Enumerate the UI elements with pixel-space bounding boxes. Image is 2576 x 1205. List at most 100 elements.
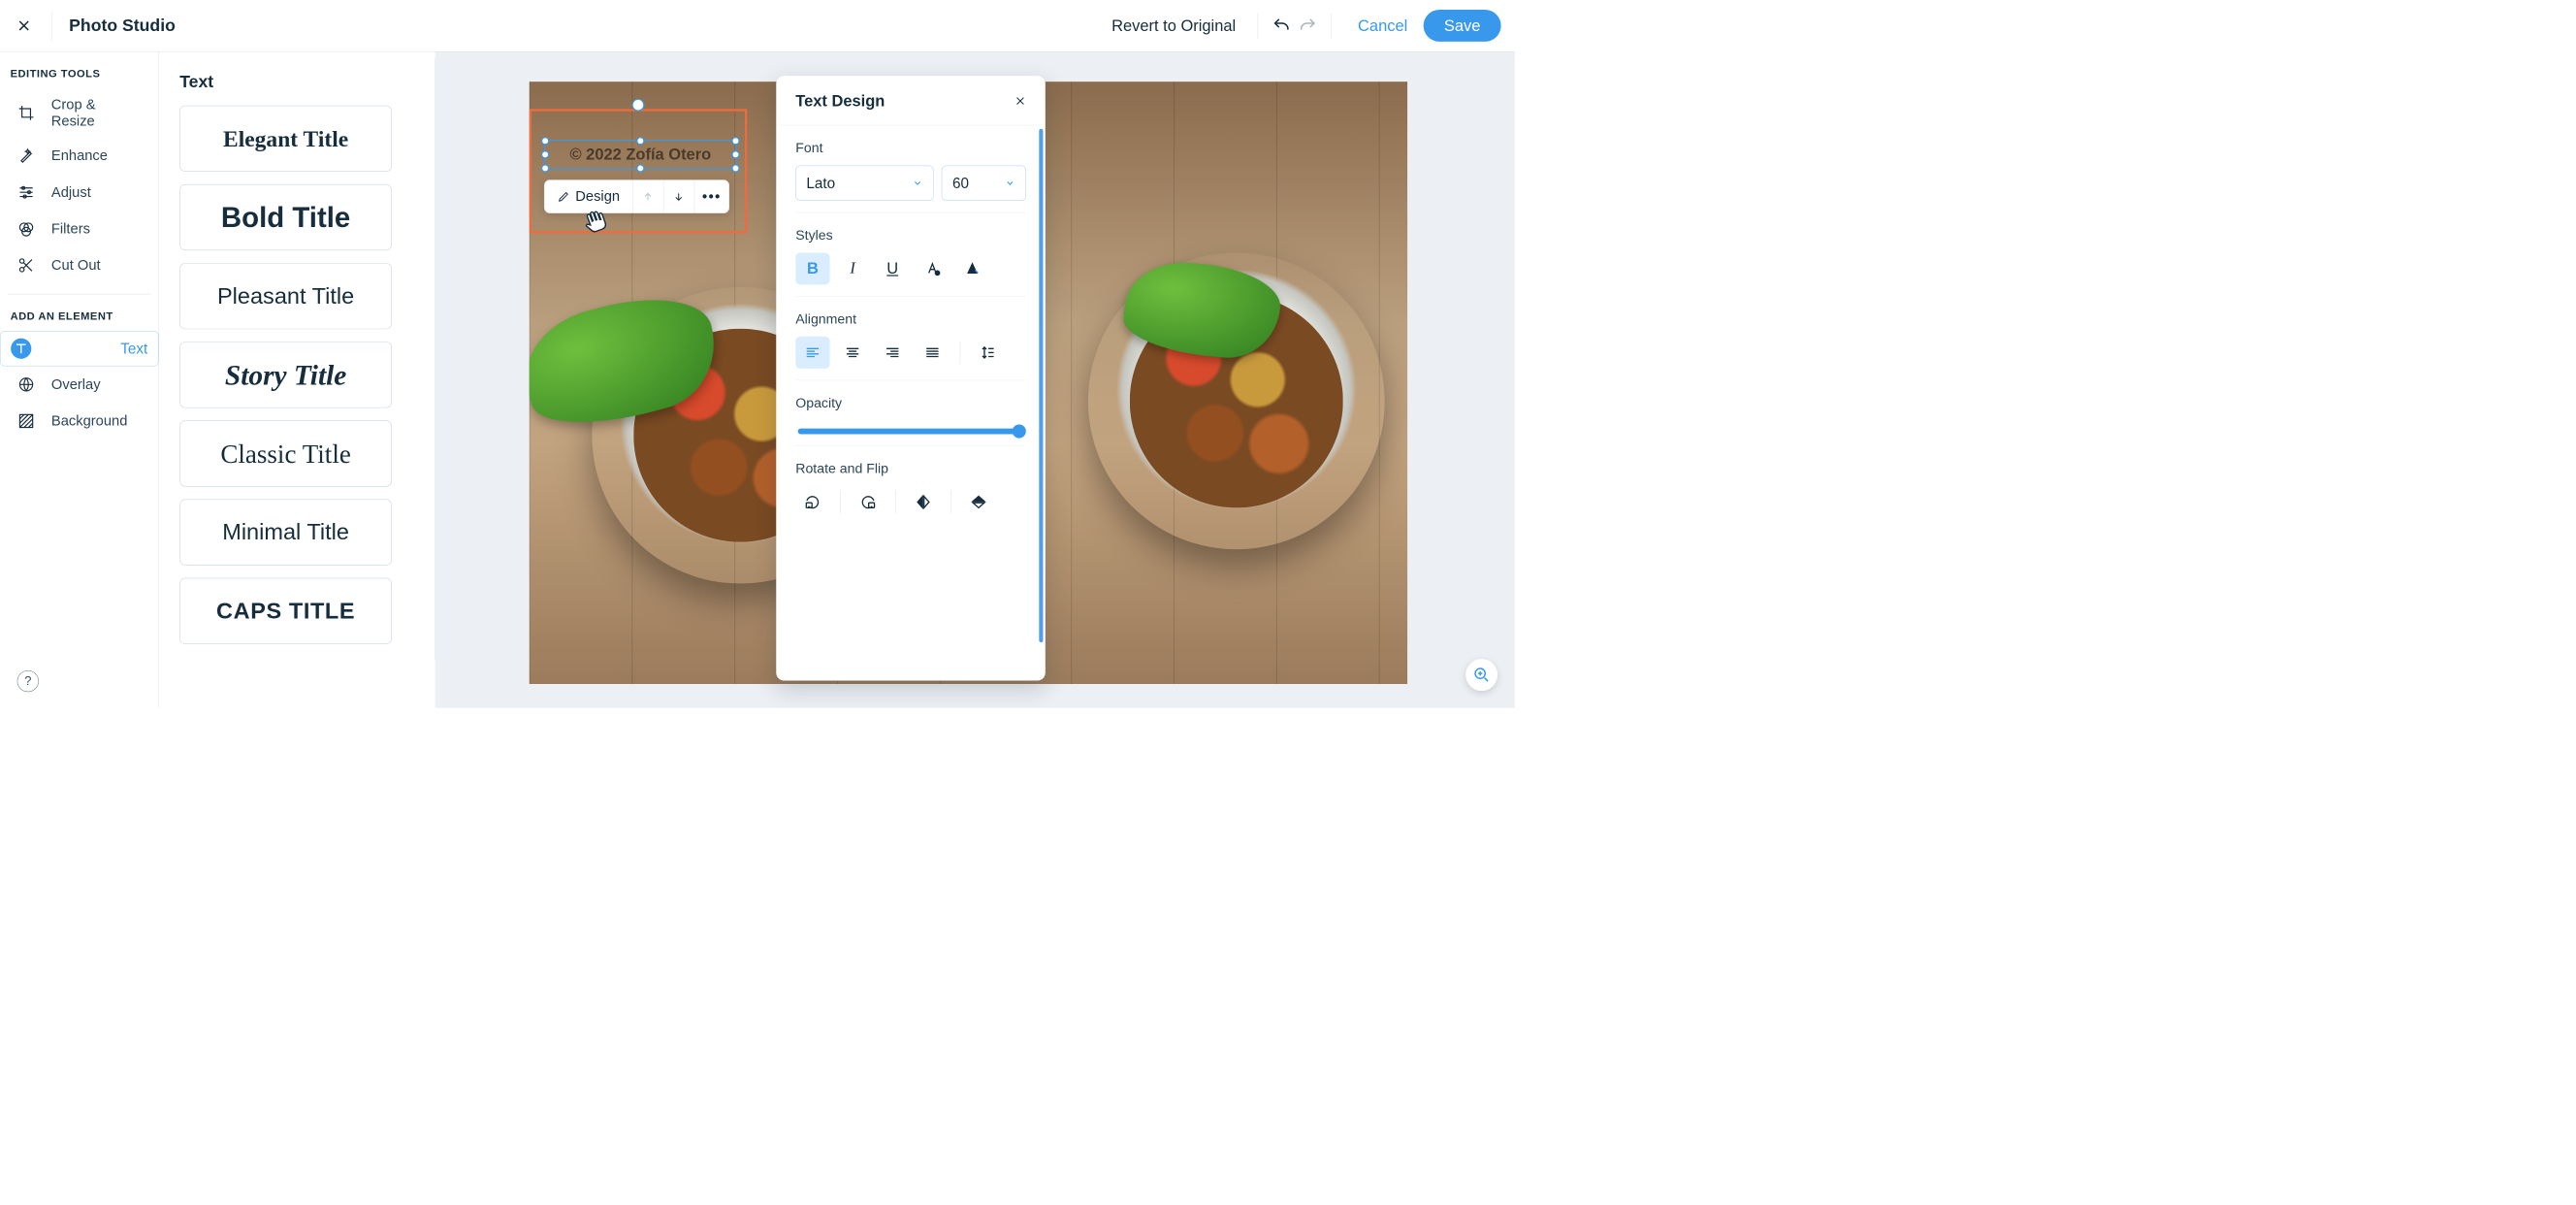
- sidebar-item-cut-out[interactable]: Cut Out: [0, 247, 158, 284]
- tutorial-highlight: © 2022 Zofía Otero Design: [530, 109, 748, 233]
- preset-bold-title[interactable]: Bold Title: [179, 184, 392, 250]
- italic-toggle[interactable]: I: [835, 252, 869, 284]
- sidebar-item-filters[interactable]: Filters: [0, 211, 158, 247]
- bold-toggle[interactable]: B: [795, 252, 829, 284]
- divider: [795, 380, 1026, 381]
- preset-elegant-title[interactable]: Elegant Title: [179, 106, 392, 172]
- align-left-button[interactable]: [795, 337, 829, 369]
- preset-classic-title[interactable]: Classic Title: [179, 420, 392, 486]
- align-center-button[interactable]: [835, 337, 869, 369]
- align-right-button[interactable]: [876, 337, 910, 369]
- resize-handle[interactable]: [636, 164, 644, 172]
- crop-icon: [16, 103, 36, 123]
- preset-pleasant-title[interactable]: Pleasant Title: [179, 263, 392, 329]
- sidebar-item-label: Filters: [51, 220, 90, 237]
- preset-caps-title[interactable]: CAPS TITLE: [179, 578, 392, 644]
- context-toolbar: Design •••: [544, 179, 729, 213]
- sliders-icon: [16, 182, 36, 203]
- magic-wand-icon: [16, 146, 36, 166]
- text-color-icon: [924, 260, 942, 277]
- canvas-area[interactable]: © 2022 Zofía Otero Design: [435, 52, 1515, 708]
- sidebar: EDITING TOOLS Crop & Resize Enhance Adju…: [0, 52, 159, 708]
- underline-toggle[interactable]: U: [876, 252, 910, 284]
- text-element[interactable]: © 2022 Zofía Otero: [544, 140, 737, 170]
- sidebar-item-adjust[interactable]: Adjust: [0, 174, 158, 211]
- highlight-color-button[interactable]: [955, 252, 989, 284]
- text-presets-panel: Text Elegant Title Bold Title Pleasant T…: [159, 52, 435, 708]
- opacity-label: Opacity: [795, 395, 1026, 410]
- arrow-down-icon: [673, 191, 685, 203]
- preset-story-title[interactable]: Story Title: [179, 342, 392, 407]
- sidebar-item-crop-resize[interactable]: Crop & Resize: [0, 88, 158, 138]
- slider-thumb[interactable]: [1013, 424, 1026, 438]
- sidebar-item-background[interactable]: Background: [0, 403, 158, 440]
- line-spacing-icon: [980, 344, 995, 360]
- chevron-down-icon: [913, 178, 923, 188]
- zoom-in-button[interactable]: [1465, 659, 1497, 691]
- flip-vertical-icon: [970, 494, 987, 511]
- undo-button[interactable]: [1269, 13, 1295, 39]
- rotate-ccw-button[interactable]: [795, 486, 829, 518]
- design-button[interactable]: Design: [545, 180, 633, 213]
- layer-down-button[interactable]: [663, 180, 694, 213]
- filters-icon: [16, 218, 36, 239]
- help-button[interactable]: ?: [17, 670, 39, 692]
- divider: [795, 445, 1026, 446]
- font-label: Font: [795, 141, 1026, 156]
- alignment-label: Alignment: [795, 311, 1026, 327]
- flip-vertical-button[interactable]: [961, 486, 995, 518]
- popover-title: Text Design: [795, 92, 885, 111]
- revert-to-original-button[interactable]: Revert to Original: [1100, 16, 1247, 35]
- resize-handle[interactable]: [541, 164, 549, 172]
- divider: [795, 296, 1026, 297]
- rotate-handle[interactable]: [632, 99, 645, 112]
- rotate-cw-button[interactable]: [851, 486, 885, 518]
- line-spacing-button[interactable]: [971, 337, 1005, 369]
- background-icon: [16, 410, 36, 431]
- divider: [1331, 14, 1332, 39]
- question-icon: ?: [24, 673, 31, 688]
- text-content: © 2022 Zofía Otero: [569, 146, 711, 164]
- scrollbar[interactable]: [1039, 129, 1043, 642]
- resize-handle[interactable]: [731, 150, 739, 158]
- text-design-popover: Text Design Font Lato 60: [776, 76, 1046, 680]
- sidebar-item-label: Cut Out: [51, 257, 101, 274]
- resize-handle[interactable]: [731, 137, 739, 145]
- close-button[interactable]: [14, 16, 34, 36]
- redo-button: [1295, 13, 1321, 39]
- resize-handle[interactable]: [541, 150, 549, 158]
- divider: [51, 11, 52, 41]
- sidebar-item-overlay[interactable]: Overlay: [0, 366, 158, 403]
- preset-minimal-title[interactable]: Minimal Title: [179, 500, 392, 566]
- sidebar-item-enhance[interactable]: Enhance: [0, 138, 158, 175]
- align-justify-button[interactable]: [916, 337, 950, 369]
- font-size-select[interactable]: 60: [942, 166, 1026, 201]
- save-button[interactable]: Save: [1424, 10, 1501, 42]
- pencil-icon: [557, 190, 569, 203]
- resize-handle[interactable]: [541, 137, 549, 145]
- text-color-button[interactable]: [916, 252, 950, 284]
- sidebar-item-label: Crop & Resize: [51, 96, 143, 129]
- sidebar-item-label: Adjust: [51, 184, 91, 201]
- resize-handle[interactable]: [636, 137, 644, 145]
- flip-horizontal-icon: [915, 494, 932, 511]
- highlight-icon: [964, 260, 982, 277]
- sidebar-item-label: Background: [51, 412, 127, 429]
- chevron-down-icon: [1005, 178, 1015, 188]
- resize-handle[interactable]: [731, 164, 739, 172]
- sidebar-item-label: Text: [120, 340, 147, 357]
- cancel-button[interactable]: Cancel: [1342, 16, 1424, 35]
- flip-horizontal-button[interactable]: [906, 486, 940, 518]
- divider: [960, 342, 961, 365]
- divider: [795, 212, 1026, 213]
- panel-heading: Text: [179, 73, 414, 92]
- text-icon: [11, 339, 31, 359]
- close-popover-button[interactable]: [1014, 95, 1026, 107]
- align-left-icon: [805, 344, 821, 360]
- font-family-select[interactable]: Lato: [795, 166, 933, 201]
- layer-up-button: [633, 180, 664, 213]
- opacity-slider[interactable]: [798, 429, 1024, 435]
- align-right-icon: [885, 344, 900, 360]
- more-actions-button[interactable]: •••: [694, 180, 728, 213]
- sidebar-item-text[interactable]: Text: [0, 331, 158, 366]
